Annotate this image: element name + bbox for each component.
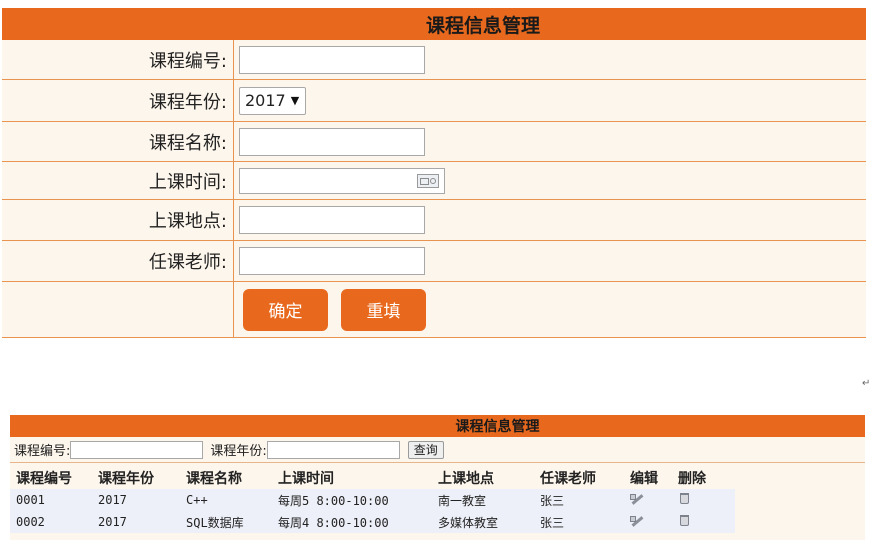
query-button[interactable]: 查询 [407,440,444,459]
col-header: 编辑 [630,471,658,487]
table-row: 0002 2017 SQL数据库 每周4 8:00-10:00 多媒体教室 张三 [10,511,735,533]
cell-course-name: C++ [186,493,208,507]
class-time-input[interactable] [239,167,445,194]
row-class-place: 上课地点: [2,200,866,241]
search-course-no-label: 课程编号: [14,444,71,459]
teacher-input[interactable] [239,247,425,275]
course-form: 课程信息管理 课程编号: 课程年份: 2017 ▼ 课程名称: 上课时间: 上课… [2,8,866,338]
col-header: 删除 [678,471,706,487]
row-class-time: 上课时间: [2,162,866,200]
col-header: 课程编号 [16,471,72,487]
confirm-button[interactable]: 确定 [243,288,328,331]
cell-class-time: 每周5 8:00-10:00 [278,493,389,508]
course-list-panel: 课程信息管理 课程编号: 课程年份: 查询 课程编号 课程年份 课程名称 上课时… [10,415,865,540]
cell-course-no: 0001 [16,493,45,507]
course-year-label: 课程年份: [2,80,234,121]
class-place-input[interactable] [239,206,425,234]
delete-icon[interactable] [680,515,689,526]
paragraph-mark: ↵ [862,378,871,389]
cell-course-year: 2017 [98,515,127,529]
col-header: 任课老师 [540,471,596,487]
row-teacher: 任课老师: [2,241,866,282]
row-course-no: 课程编号: [2,40,866,80]
cell-class-time: 每周4 8:00-10:00 [278,515,389,530]
table-header-row: 课程编号 课程年份 课程名称 上课时间 上课地点 任课老师 编辑 删除 [10,467,735,489]
search-course-no-input[interactable] [70,440,204,459]
course-no-input[interactable] [239,45,425,74]
chevron-down-icon: ▼ [290,94,300,107]
cell-teacher: 张三 [540,515,565,530]
cell-course-year: 2017 [98,493,127,507]
cell-class-place: 多媒体教室 [438,515,499,530]
calendar-icon[interactable] [417,173,439,188]
cell-course-no: 0002 [16,515,45,529]
table-row: 0001 2017 C++ 每周5 8:00-10:00 南一教室 张三 [10,489,735,511]
course-no-label: 课程编号: [2,40,234,79]
search-course-year-label: 课程年份: [210,444,267,459]
col-header: 上课时间 [278,471,334,487]
teacher-label: 任课老师: [2,241,234,281]
row-course-name: 课程名称: [2,122,866,162]
delete-icon[interactable] [680,493,689,504]
course-year-select[interactable]: 2017 ▼ [239,86,307,115]
row-actions: 确定 重填 [2,282,866,338]
edit-icon[interactable] [630,515,644,527]
list-title: 课程信息管理 [10,415,865,437]
col-header: 课程名称 [186,471,242,487]
course-year-value: 2017 [245,91,286,110]
course-name-label: 课程名称: [2,122,234,161]
class-place-label: 上课地点: [2,200,234,240]
course-name-input[interactable] [239,127,425,156]
class-time-label: 上课时间: [2,162,234,199]
edit-icon[interactable] [630,493,644,505]
cell-class-place: 南一教室 [438,493,487,508]
row-course-year: 课程年份: 2017 ▼ [2,80,866,122]
cell-teacher: 张三 [540,493,565,508]
search-bar: 课程编号: 课程年份: 查询 [10,437,865,463]
col-header: 上课地点 [438,471,494,487]
col-header: 课程年份 [98,471,154,487]
course-table: 课程编号 课程年份 课程名称 上课时间 上课地点 任课老师 编辑 删除 0001… [10,467,735,533]
search-course-year-input[interactable] [266,440,400,459]
actions-label-cell [2,282,234,337]
form-title: 课程信息管理 [2,8,866,40]
cell-course-name: SQL数据库 [186,515,244,530]
reset-button[interactable]: 重填 [341,288,426,331]
